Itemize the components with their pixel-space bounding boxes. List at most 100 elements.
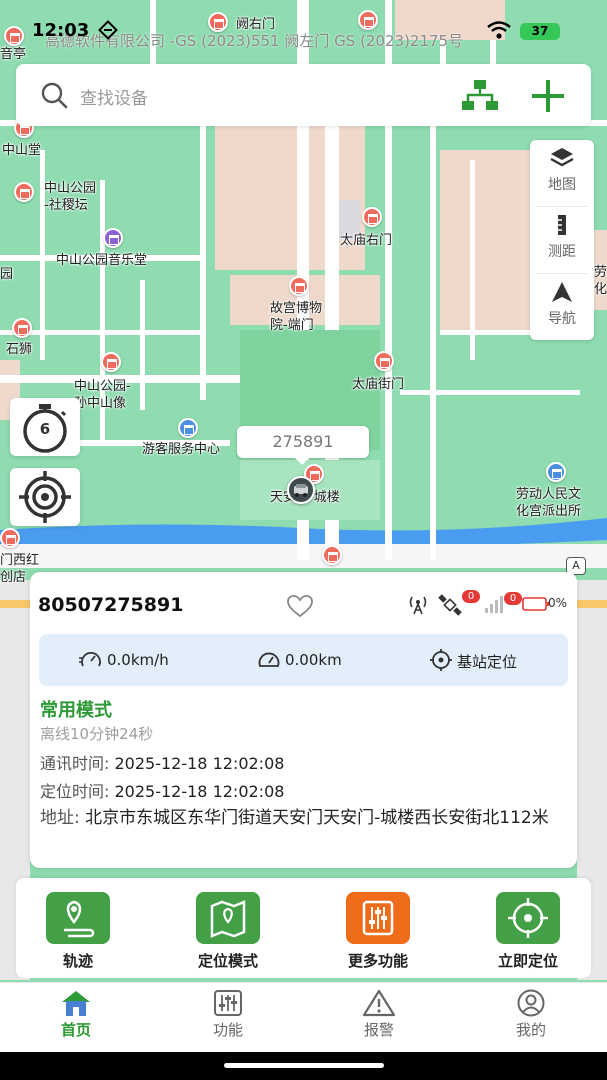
tab-alarm[interactable]: 报警 <box>303 989 455 1040</box>
device-id: 80507275891 <box>38 594 184 616</box>
comm-time-label: 通讯时间: <box>40 754 110 773</box>
add-device-icon[interactable] <box>529 77 567 119</box>
navigate-label: 导航 <box>548 311 576 327</box>
locate-me-button[interactable] <box>10 468 80 526</box>
map-poi-icon <box>322 545 342 565</box>
tab-functions[interactable]: 功能 <box>152 989 304 1040</box>
loc-time-value: 2025-12-18 12:02:08 <box>114 782 285 801</box>
track-button[interactable]: 轨迹 <box>28 892 128 971</box>
odometer-icon <box>257 649 281 675</box>
map-label-yuan[interactable]: 园 <box>0 266 13 283</box>
signal-badge: 0 <box>462 590 480 603</box>
map-poi-icon <box>289 276 309 296</box>
device-battery-pct: 0% <box>548 596 568 610</box>
measure-distance-label: 测距 <box>548 244 576 260</box>
signal-strength-icon <box>484 594 506 618</box>
map-label-taimiaoyoumen[interactable]: 太庙右门 <box>340 232 392 249</box>
navigate-button[interactable]: 导航 <box>530 274 594 340</box>
layers-icon <box>549 146 575 174</box>
map-poi-icon <box>14 182 34 202</box>
refresh-timer-button[interactable]: 6 <box>10 398 80 456</box>
map-poi-icon <box>362 207 382 227</box>
tab-alarm-label: 报警 <box>363 1021 394 1039</box>
map-label-sunzhongshan[interactable]: 中山公园- 孙中山像 <box>74 378 131 412</box>
search-input[interactable]: 查找设备 <box>80 84 148 109</box>
warning-icon <box>303 989 455 1017</box>
map-label-yinyuetang[interactable]: 中山公园音乐堂 <box>56 252 147 269</box>
tab-mine-label: 我的 <box>515 1021 546 1039</box>
map-label-zhongshangongyuan[interactable]: 中山公园 -社稷坛 <box>44 180 96 214</box>
map-poi-icon <box>0 528 20 548</box>
map-layer-label: 地图 <box>548 177 576 193</box>
signal-tower-icon <box>406 594 430 620</box>
map-label-laodong[interactable]: 劳动人民文 化宫派出所 <box>516 486 581 520</box>
map-poi-icon <box>374 351 394 371</box>
map-layer-button[interactable]: 地图 <box>530 140 594 206</box>
tab-mine[interactable]: 我的 <box>455 989 607 1040</box>
ruler-icon <box>555 213 569 241</box>
vehicle-marker-icon[interactable] <box>287 476 315 504</box>
map-tools-panel: 地图 测距 导航 <box>530 140 594 340</box>
map-label-yinyuting[interactable]: 音亭 <box>0 46 26 63</box>
tab-home[interactable]: 首页 <box>0 989 152 1040</box>
location-mode-icon <box>196 892 260 944</box>
status-time: 12:03 <box>32 20 90 41</box>
action-bar: 轨迹 定位模式 更多功能 立即定位 <box>16 878 591 978</box>
tab-home-label: 首页 <box>60 1021 91 1039</box>
timer-value: 6 <box>39 420 51 438</box>
comm-time-line: 通讯时间: 2025-12-18 12:02:08 <box>40 750 284 774</box>
navigate-icon <box>550 280 574 308</box>
search-icon <box>40 81 70 115</box>
sliders-icon <box>346 892 410 944</box>
track-icon <box>46 892 110 944</box>
address-line: 地址: 北京市东城区东华门街道天安门天安门-城楼西长安街北112米 <box>40 805 570 831</box>
more-functions-label: 更多功能 <box>347 952 408 970</box>
satellite-badge: 0 <box>504 592 522 605</box>
device-info-card[interactable]: 80507275891 0 0 0% 0.0km/h 0.00km 基站定位 常… <box>30 572 577 868</box>
device-battery-icon <box>522 596 550 616</box>
map-poi-icon <box>12 318 32 338</box>
speedometer-icon <box>79 649 103 675</box>
map-label-taimiaojiemen[interactable]: 太庙街门 <box>352 376 404 393</box>
location-mode-button[interactable]: 定位模式 <box>178 892 278 971</box>
map-poi-icon <box>103 228 123 248</box>
measure-distance-button[interactable]: 测距 <box>530 207 594 273</box>
mode-title: 常用模式 <box>40 700 112 721</box>
locate-now-icon <box>496 892 560 944</box>
sliders-icon <box>152 989 304 1017</box>
address-value: 北京市东城区东华门街道天安门天安门-城楼西长安街北112米 <box>85 808 549 828</box>
map-poi-icon <box>546 462 566 482</box>
map-label-zhongshantang[interactable]: 中山堂 <box>2 142 41 159</box>
device-group-icon[interactable] <box>460 78 500 116</box>
favorite-heart-icon[interactable] <box>286 594 314 622</box>
comm-time-value: 2025-12-18 12:02:08 <box>114 754 285 773</box>
locate-now-label: 立即定位 <box>497 952 558 970</box>
offline-status: 离线10分钟24秒 <box>40 725 154 743</box>
speed-value: 0.0km/h <box>107 651 169 669</box>
map-poi-icon <box>178 418 198 438</box>
tab-functions-label: 功能 <box>212 1021 243 1039</box>
vehicle-label-bubble[interactable]: 275891 <box>237 426 369 465</box>
mileage-value: 0.00km <box>285 651 342 669</box>
more-functions-button[interactable]: 更多功能 <box>328 892 428 971</box>
location-type-icon <box>429 648 453 676</box>
system-nav-area <box>0 1052 607 1080</box>
satellite-icon <box>438 594 462 620</box>
loc-time-line: 定位时间: 2025-12-18 12:02:08 <box>40 778 284 802</box>
track-label: 轨迹 <box>62 952 93 970</box>
location-type-value: 基站定位 <box>457 653 518 671</box>
map-label-youke[interactable]: 游客服务中心 <box>142 441 220 458</box>
locate-now-button[interactable]: 立即定位 <box>478 892 578 971</box>
user-icon <box>455 989 607 1017</box>
bottom-tab-bar: 首页 功能 报警 我的 <box>0 982 607 1052</box>
address-label: 地址: <box>40 808 80 828</box>
status-bar: 12:03 37 <box>0 14 607 48</box>
wifi-icon <box>486 20 512 44</box>
home-indicator[interactable] <box>224 1063 384 1068</box>
stats-bar: 0.0km/h 0.00km 基站定位 <box>39 634 568 686</box>
map-label-gugong[interactable]: 故宫博物 院-端门 <box>270 300 322 334</box>
search-bar[interactable]: 查找设备 <box>16 64 591 126</box>
map-label-lao[interactable]: 劳 化 <box>594 264 607 298</box>
location-mode-label: 定位模式 <box>197 952 258 970</box>
map-label-shishi[interactable]: 石狮 <box>6 341 32 358</box>
